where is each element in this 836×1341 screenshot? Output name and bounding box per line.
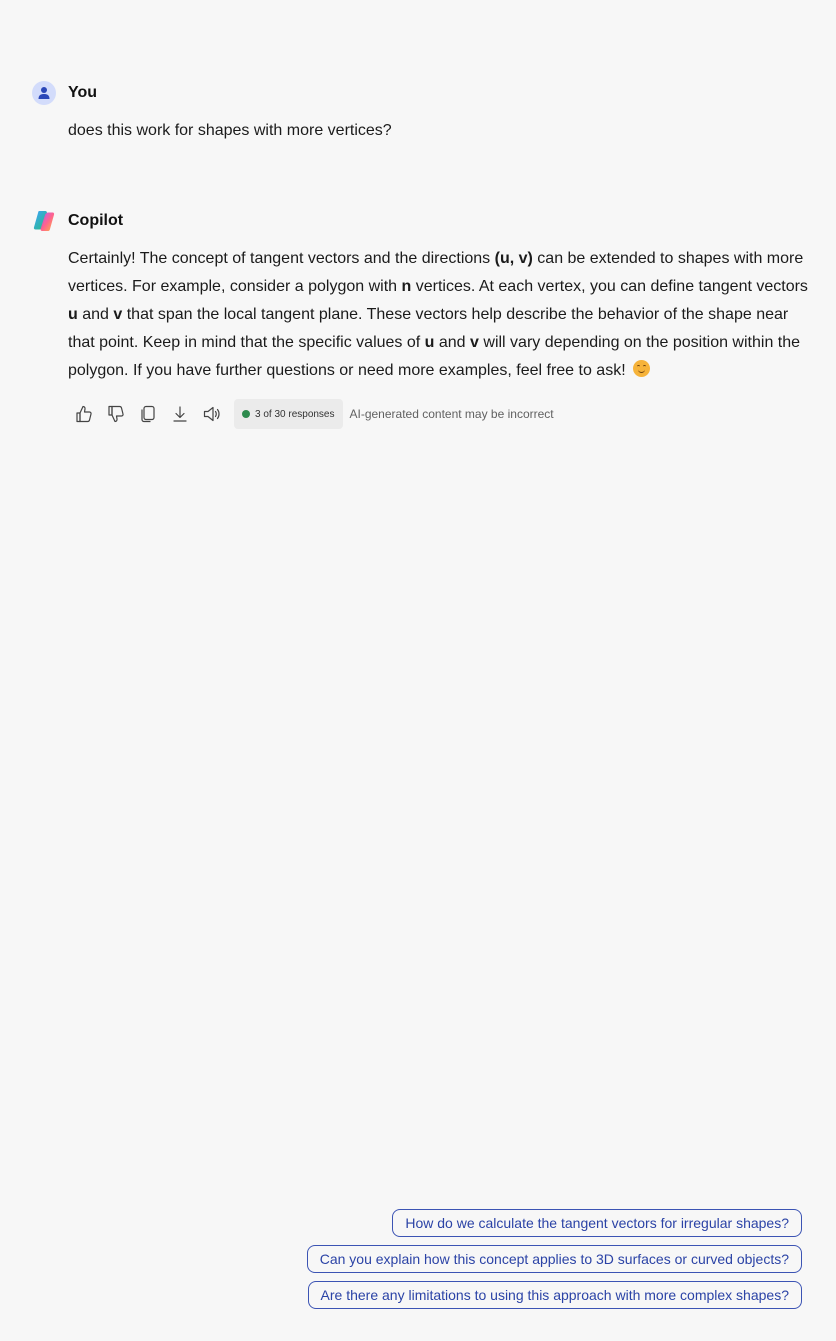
responses-counter-badge[interactable]: 3 of 30 responses (234, 399, 343, 429)
copy-icon (141, 405, 155, 423)
copilot-sender-name: Copilot (68, 212, 124, 229)
suggestion-chip[interactable]: Are there any limitations to using this … (307, 1281, 802, 1309)
reply-text-run: vertices. At each vertex, you can define… (411, 278, 808, 295)
reply-bold-term: v (470, 334, 479, 351)
reply-bold-term: n (401, 278, 412, 295)
reply-text-run: Certainly! The concept of tangent vector… (68, 250, 495, 267)
ai-disclaimer-text: AI-generated content may be incorrect (349, 407, 554, 421)
read-aloud-icon (203, 406, 220, 422)
read-aloud-button[interactable] (200, 402, 224, 426)
user-message-text: does this work for shapes with more vert… (68, 122, 392, 139)
download-button[interactable] (168, 402, 192, 426)
thumbs-up-button[interactable] (72, 402, 96, 426)
copilot-reply-text: Certainly! The concept of tangent vector… (68, 245, 808, 385)
reply-text-run: and (434, 334, 471, 351)
copilot-message-header: Copilot (32, 209, 123, 233)
copilot-avatar (32, 209, 56, 233)
thumbs-up-icon (76, 405, 92, 423)
thumbs-down-button[interactable] (104, 402, 128, 426)
reply-text-run: and (77, 306, 114, 323)
user-sender-name: You (68, 84, 98, 101)
chat-page: You does this work for shapes with more … (0, 0, 836, 1341)
reply-bold-term: v (113, 306, 123, 323)
user-message-header: You (32, 81, 97, 105)
copy-button[interactable] (136, 402, 160, 426)
message-actions-bar: 3 of 30 responses AI-generated content m… (72, 399, 554, 429)
reply-bold-term: (u, v) (494, 250, 533, 267)
user-icon (38, 87, 50, 99)
user-avatar (32, 81, 56, 105)
reply-bold-term: u (68, 306, 78, 323)
thumbs-down-icon (108, 405, 124, 423)
suggestion-chip[interactable]: Can you explain how this concept applies… (306, 1245, 802, 1273)
smiling-face-emoji (633, 360, 651, 377)
download-icon (173, 406, 187, 422)
copilot-logo-icon (33, 211, 55, 231)
reply-bold-term: u (424, 334, 435, 351)
responses-counter-label: 3 of 30 responses (255, 408, 335, 420)
suggestion-chip[interactable]: How do we calculate the tangent vectors … (392, 1209, 802, 1237)
suggested-prompts: How do we calculate the tangent vectors … (306, 1209, 802, 1317)
status-dot (242, 410, 250, 418)
